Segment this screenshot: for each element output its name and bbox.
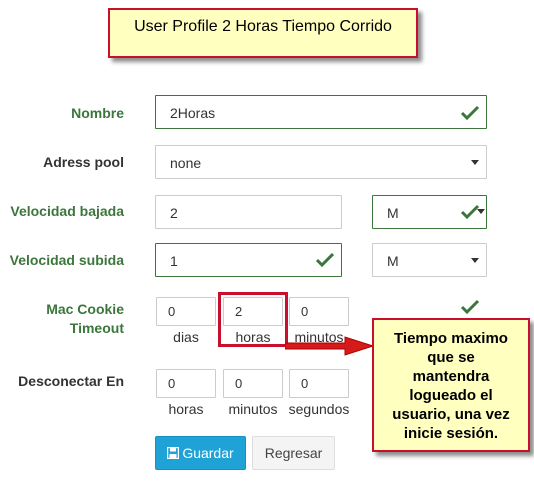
dias-caption: dias	[173, 329, 199, 345]
horas-caption: horas	[168, 401, 204, 417]
page-title: User Profile 2 Horas Tiempo Corrido	[134, 18, 392, 35]
velocidad-bajada-input[interactable]: 2	[155, 195, 342, 229]
adress-pool-label: Adress pool	[43, 154, 124, 170]
back-button[interactable]: Regresar	[252, 436, 335, 470]
velocidad-bajada-label: Velocidad bajada	[10, 203, 124, 219]
desconectar-en-label: Desconectar En	[18, 373, 124, 389]
velocidad-subida-unit-select[interactable]: M	[372, 243, 487, 277]
caret-down-icon	[477, 209, 485, 214]
caret-down-icon	[471, 258, 479, 263]
mac-cookie-label-line2: Timeout	[69, 320, 124, 336]
check-icon	[315, 252, 335, 268]
tooltip-note: Tiempo maximo que se mantendra logueado …	[372, 318, 530, 452]
page-title-note: User Profile 2 Horas Tiempo Corrido	[108, 8, 418, 58]
note-line: Tiempo maximo	[394, 330, 508, 347]
note-line: usuario, una vez	[392, 406, 510, 423]
check-icon	[460, 105, 480, 121]
check-icon	[460, 299, 480, 315]
note-line: inicie sesión.	[403, 425, 499, 442]
desconectar-segundos-input[interactable]: 0	[289, 369, 349, 398]
desconectar-minutos-input[interactable]: 0	[223, 369, 283, 398]
caret-down-icon	[471, 160, 479, 165]
horas-caption: horas	[235, 329, 271, 345]
note-line: que se	[427, 349, 475, 366]
note-line: mantendra	[412, 368, 490, 385]
desconectar-horas-input[interactable]: 0	[156, 369, 216, 398]
adress-pool-select[interactable]: none	[155, 145, 487, 179]
nombre-input[interactable]: 2Horas	[155, 95, 487, 129]
minutos-caption: minutos	[228, 401, 278, 417]
segundos-caption: segundos	[288, 401, 350, 417]
nombre-label: Nombre	[71, 105, 124, 121]
mac-cookie-minutos-input[interactable]: 0	[289, 297, 349, 326]
save-button[interactable]: Guardar	[155, 436, 246, 470]
velocidad-subida-input[interactable]: 1	[155, 243, 342, 277]
note-line: logueado el	[409, 387, 493, 404]
floppy-disk-icon	[167, 446, 180, 460]
velocidad-subida-label: Velocidad subida	[9, 252, 124, 268]
save-button-label: Guardar	[182, 445, 234, 461]
mac-cookie-label-line1: Mac Cookie	[46, 301, 124, 317]
mac-cookie-dias-input[interactable]: 0	[156, 297, 216, 326]
arrow-icon	[285, 336, 375, 356]
